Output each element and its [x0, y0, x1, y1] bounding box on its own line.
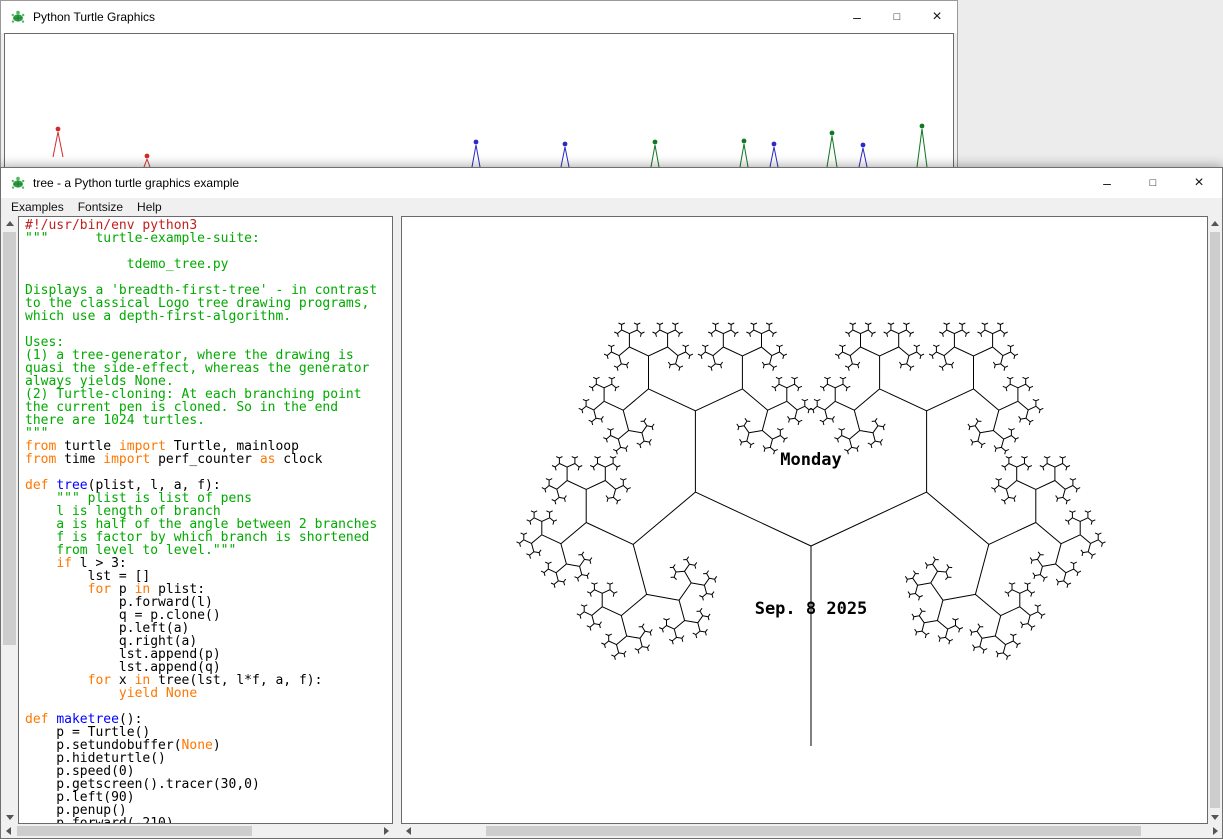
scroll-down-button[interactable]	[1208, 810, 1222, 824]
canvas-vertical-scrollbar[interactable]	[1208, 216, 1222, 824]
scroll-up-button[interactable]	[1, 216, 18, 230]
tree-drawing: Monday Sep. 8 2025	[402, 217, 1208, 811]
scroll-down-icon	[6, 815, 14, 820]
canvas-pane: Monday Sep. 8 2025	[401, 216, 1222, 838]
scroll-left-button[interactable]	[401, 824, 415, 838]
turtle-sprout	[651, 140, 659, 167]
menubar: Examples Fontsize Help	[1, 198, 1222, 217]
scrollbar-thumb[interactable]	[3, 232, 16, 645]
scroll-right-button[interactable]	[379, 824, 393, 838]
turtle-sprout	[472, 140, 480, 167]
scroll-down-button[interactable]	[1, 810, 18, 824]
turtle-icon[interactable]	[10, 9, 26, 25]
maximize-button[interactable]: □	[1130, 168, 1176, 198]
code-line: tdemo_tree.py	[25, 258, 392, 271]
maximize-button[interactable]: □	[877, 1, 917, 33]
close-button[interactable]: ×	[1176, 168, 1222, 198]
minimize-icon: –	[1103, 176, 1111, 190]
code-line: yield None	[25, 687, 392, 700]
code-line: """ turtle-example-suite:	[25, 232, 392, 245]
turtle-sprout	[53, 127, 63, 157]
scrollbar-thumb[interactable]	[1210, 232, 1220, 808]
turtle-icon[interactable]	[10, 175, 26, 191]
minimize-button[interactable]: –	[1084, 168, 1130, 198]
scroll-left-button[interactable]	[1, 824, 15, 838]
minimize-button[interactable]: –	[837, 1, 877, 33]
maximize-icon: □	[894, 12, 901, 23]
scroll-down-icon	[1211, 815, 1219, 820]
scroll-up-icon	[6, 221, 14, 226]
code-vertical-scrollbar[interactable]	[1, 216, 18, 824]
close-button[interactable]: ×	[917, 1, 957, 33]
turtle-sprout	[859, 143, 867, 167]
scrollbar-thumb[interactable]	[486, 826, 1141, 836]
turtle-sprout	[144, 154, 150, 167]
turtle-sprout	[917, 124, 927, 167]
code-line: which use a depth-first-algorithm.	[25, 310, 392, 323]
desktop: { "background_window": { "title": "Pytho…	[0, 0, 1223, 839]
menu-examples[interactable]: Examples	[4, 199, 71, 215]
scroll-up-icon	[1211, 221, 1219, 226]
maximize-icon: □	[1150, 178, 1157, 189]
close-icon: ×	[1194, 175, 1203, 191]
code-line	[25, 323, 392, 336]
turtle-sprout	[561, 142, 569, 167]
scroll-right-icon	[384, 827, 389, 835]
scroll-up-button[interactable]	[1208, 216, 1222, 230]
minimize-icon: –	[853, 10, 861, 24]
main-area: #!/usr/bin/env python3""" turtle-example…	[1, 216, 1222, 838]
menu-help[interactable]: Help	[130, 199, 169, 215]
code-line: from time import perf_counter as clock	[25, 453, 392, 466]
scroll-right-icon	[1213, 827, 1218, 835]
turtledemo-window: tree - a Python turtle graphics example …	[0, 167, 1223, 839]
menu-fontsize[interactable]: Fontsize	[71, 199, 130, 215]
canvas-text-monday: Monday	[780, 450, 841, 470]
canvas-text-date: Sep. 8 2025	[755, 599, 868, 619]
turtle-sprout	[827, 131, 837, 167]
window-title: tree - a Python turtle graphics example	[33, 176, 239, 190]
code-pane: #!/usr/bin/env python3""" turtle-example…	[1, 216, 393, 838]
titlebar[interactable]: Python Turtle Graphics – □ ×	[1, 1, 957, 33]
turtle-sprout	[740, 139, 748, 167]
code-horizontal-scrollbar[interactable]	[1, 824, 393, 838]
close-icon: ×	[932, 9, 941, 25]
scroll-right-button[interactable]	[1208, 824, 1222, 838]
code-text[interactable]: #!/usr/bin/env python3""" turtle-example…	[18, 216, 393, 824]
turtle-sprout	[770, 142, 778, 167]
turtle-canvas: Monday Sep. 8 2025	[401, 216, 1208, 824]
code-line: p.forward(-210)	[25, 817, 392, 824]
scrollbar-thumb[interactable]	[17, 826, 252, 836]
canvas-horizontal-scrollbar[interactable]	[401, 824, 1222, 838]
window-title: Python Turtle Graphics	[33, 10, 155, 24]
scroll-left-icon	[406, 827, 411, 835]
titlebar[interactable]: tree - a Python turtle graphics example …	[1, 168, 1222, 198]
code-line: there are 1024 turtles.	[25, 414, 392, 427]
scroll-left-icon	[6, 827, 11, 835]
